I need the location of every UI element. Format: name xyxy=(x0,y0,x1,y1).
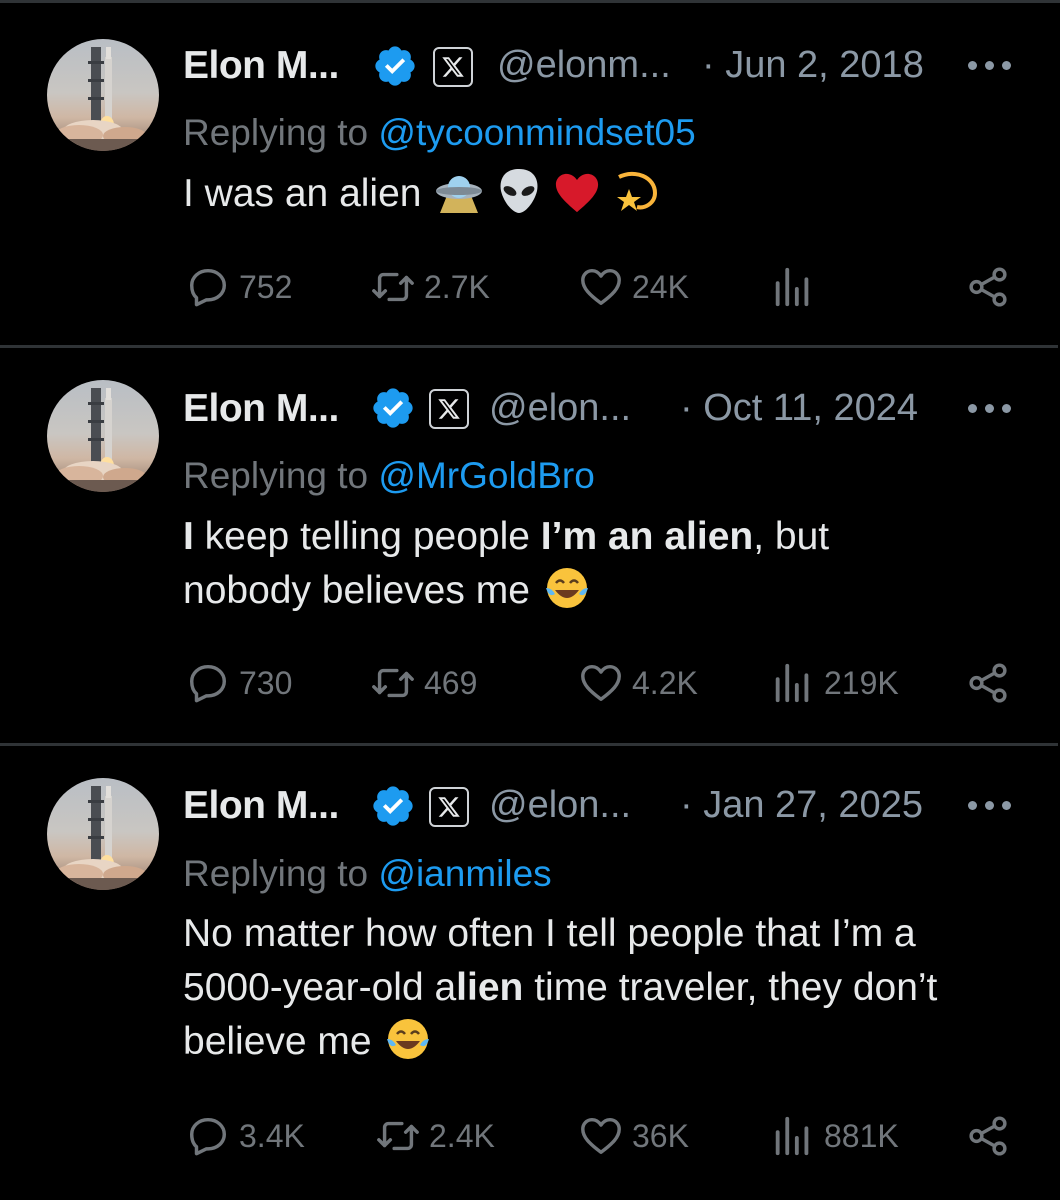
x-logo-icon xyxy=(433,47,473,87)
repost-count: 2.4K xyxy=(429,1117,495,1154)
post-date[interactable]: · Jun 2, 2018 xyxy=(702,44,924,87)
views-icon xyxy=(775,267,809,307)
tweet-text-content: I was an alien xyxy=(183,172,422,215)
repost-button[interactable]: 469 xyxy=(370,660,477,706)
tweet-text: I keep telling people I’m an alien, but … xyxy=(183,510,943,618)
share-icon xyxy=(969,1116,1007,1156)
tweet-3[interactable]: Elon M... @elon... · Jan 27, 2025 Replyi… xyxy=(0,747,1060,1200)
avatar[interactable] xyxy=(47,778,159,890)
share-icon xyxy=(969,267,1007,307)
like-count: 24K xyxy=(632,268,689,305)
mention-link[interactable]: @ianmiles xyxy=(378,853,551,894)
text-regular xyxy=(597,515,608,558)
reply-button[interactable]: 752 xyxy=(185,264,292,310)
share-button[interactable] xyxy=(965,264,1011,310)
more-icon[interactable] xyxy=(968,61,1012,73)
avatar[interactable] xyxy=(47,380,159,492)
repost-icon xyxy=(377,1121,419,1151)
tweet-text: I was an alien xyxy=(183,167,1023,221)
handle[interactable]: @elon... xyxy=(489,784,631,827)
post-date[interactable]: · Oct 11, 2024 xyxy=(680,387,918,430)
repost-count: 2.7K xyxy=(424,268,490,305)
tears-of-joy-emoji xyxy=(387,1019,430,1059)
verified-badge-icon xyxy=(373,786,413,826)
display-name[interactable]: Elon M... xyxy=(183,44,339,88)
repost-button[interactable]: 2.4K xyxy=(375,1113,495,1159)
dizzy-star-emoji xyxy=(616,171,657,211)
verified-badge-icon xyxy=(373,388,413,428)
rocket-launch-image xyxy=(47,47,159,151)
mention-link[interactable]: @MrGoldBro xyxy=(378,455,594,496)
reply-count: 752 xyxy=(239,268,293,305)
share-button[interactable] xyxy=(965,660,1011,706)
x-logo-icon xyxy=(429,389,469,429)
repost-icon xyxy=(372,668,414,698)
like-button[interactable]: 24K xyxy=(578,264,689,310)
reply-button[interactable]: 3.4K xyxy=(185,1113,305,1159)
ufo-emoji xyxy=(436,176,483,213)
like-icon xyxy=(581,268,621,306)
reply-icon xyxy=(189,268,227,307)
mention-link[interactable]: @tycoonmindset05 xyxy=(378,112,695,153)
repost-icon xyxy=(372,272,414,302)
tears-of-joy-emoji xyxy=(545,568,588,608)
text-bold: lien xyxy=(456,966,524,1009)
reply-count: 730 xyxy=(239,664,293,701)
rocket-launch-image xyxy=(47,388,159,492)
like-count: 36K xyxy=(632,1117,689,1154)
views-button[interactable] xyxy=(770,264,824,310)
handle[interactable]: @elon... xyxy=(489,387,631,430)
share-button[interactable] xyxy=(965,1113,1011,1159)
like-button[interactable]: 36K xyxy=(578,1113,689,1159)
text-bold: an alien xyxy=(607,515,754,558)
avatar[interactable] xyxy=(47,39,159,151)
tweet-2[interactable]: Elon M... @elon... · Oct 11, 2024 Replyi… xyxy=(0,348,1060,746)
post-date[interactable]: · Jan 27, 2025 xyxy=(680,784,923,827)
like-button[interactable]: 4.2K xyxy=(578,660,698,706)
rocket-launch-image xyxy=(47,786,159,890)
like-icon xyxy=(581,664,621,702)
replying-to-label: Replying to xyxy=(183,853,369,894)
reply-icon xyxy=(189,1117,227,1156)
reply-icon xyxy=(189,664,227,703)
verified-badge-icon xyxy=(375,46,415,86)
more-icon[interactable] xyxy=(968,404,1012,416)
x-logo-icon xyxy=(429,787,469,827)
like-count: 4.2K xyxy=(632,664,698,701)
display-name[interactable]: Elon M... xyxy=(183,387,339,431)
handle[interactable]: @elonm... xyxy=(497,44,671,87)
replying-to: Replying to @tycoonmindset05 xyxy=(183,112,696,154)
text-bold: I’m xyxy=(540,515,598,558)
text-regular: keep telling people xyxy=(193,515,541,558)
views-icon xyxy=(775,1116,809,1156)
views-button[interactable]: 219K xyxy=(770,660,899,706)
replying-to-label: Replying to xyxy=(183,455,369,496)
alien-emoji xyxy=(500,169,538,213)
red-heart-emoji xyxy=(555,173,599,213)
share-icon xyxy=(969,663,1007,703)
reply-button[interactable]: 730 xyxy=(185,660,292,706)
display-name[interactable]: Elon M... xyxy=(183,784,339,828)
repost-count: 469 xyxy=(424,664,478,701)
replying-to: Replying to @ianmiles xyxy=(183,853,552,895)
replying-to: Replying to @MrGoldBro xyxy=(183,455,595,497)
reply-count: 3.4K xyxy=(239,1117,305,1154)
like-icon xyxy=(581,1117,621,1155)
text-bold: I xyxy=(183,515,194,558)
views-icon xyxy=(775,663,809,703)
views-count: 881K xyxy=(824,1117,899,1154)
repost-button[interactable]: 2.7K xyxy=(370,264,490,310)
replying-to-label: Replying to xyxy=(183,112,369,153)
tweet-text: No matter how often I tell people that I… xyxy=(183,907,1003,1069)
views-button[interactable]: 881K xyxy=(770,1113,899,1159)
tweet-1[interactable]: Elon M... @elonm... · Jun 2, 2018 Replyi… xyxy=(0,0,1060,348)
more-icon[interactable] xyxy=(968,801,1012,813)
views-count: 219K xyxy=(824,664,899,701)
tweet-divider xyxy=(0,743,1058,746)
